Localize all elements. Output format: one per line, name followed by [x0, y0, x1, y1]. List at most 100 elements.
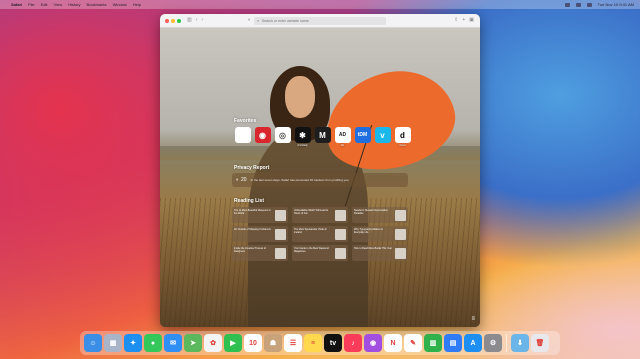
- tracker-count: 20: [241, 177, 247, 183]
- start-page: Favorites ◉ ◎ ✱ Archdaily M AD AD tDM v d Dvod Pri…: [160, 28, 480, 327]
- control-center-icon[interactable]: [586, 2, 592, 7]
- favorite-item[interactable]: v: [374, 127, 391, 148]
- menu-edit[interactable]: Edit: [41, 2, 48, 7]
- reading-list-item[interactable]: Art Outside of Shipping Containers: [232, 226, 288, 242]
- menu-file[interactable]: File: [28, 2, 34, 7]
- finder-icon[interactable]: ☺: [84, 334, 102, 352]
- favorites-title: Favorites: [234, 118, 257, 124]
- address-input[interactable]: [262, 19, 386, 23]
- privacy-shield-icon[interactable]: ◐: [248, 18, 251, 23]
- reading-list-item-title: Sweden's Newest Interpretation Paradise: [354, 209, 388, 215]
- address-bar[interactable]: ⌕: [254, 17, 386, 25]
- reading-list-thumbnail: [335, 247, 346, 259]
- contacts-icon[interactable]: ☗: [264, 334, 282, 352]
- tv-icon[interactable]: tv: [324, 334, 342, 352]
- favorite-item[interactable]: AD AD: [334, 127, 351, 148]
- close-window-button[interactable]: [165, 18, 169, 23]
- new-tab-icon[interactable]: +: [462, 17, 465, 23]
- reading-list-thumbnail: [275, 228, 286, 240]
- reading-list-item-title: Your Guide to the Best Weekend Magazines: [294, 247, 329, 253]
- messages-icon[interactable]: ●: [144, 334, 162, 352]
- search-icon[interactable]: [575, 2, 581, 7]
- news-icon[interactable]: N: [384, 334, 402, 352]
- reading-list-item-title: Why Typography Matters in Everyday Life: [354, 228, 384, 234]
- maps-icon[interactable]: ➤: [184, 334, 202, 352]
- menu-extras: Tue Nov 10 9:41 AM: [564, 2, 634, 7]
- reading-list-item[interactable]: Why Typography Matters in Everyday Life: [352, 226, 408, 242]
- favorite-item[interactable]: tDM: [354, 127, 371, 148]
- dock-separator: [506, 334, 507, 352]
- favorites-grid: ◉ ◎ ✱ Archdaily M AD AD tDM v d Dvod: [234, 127, 411, 148]
- safari-window: ▥ ‹ › ◐ ⌕ ⇧ + ▣ Favorites ◉◎✱ArchdailyMA…: [160, 14, 480, 327]
- keynote-icon[interactable]: ▤: [444, 334, 462, 352]
- reading-list-item[interactable]: The 11 Most Beautiful Museums in the Wor…: [232, 207, 288, 223]
- menu-bookmarks[interactable]: Bookmarks: [87, 2, 107, 7]
- reading-list-item[interactable]: Inside the Creative Process of Designers: [232, 245, 288, 261]
- menu-clock[interactable]: Tue Nov 10 9:41 AM: [598, 2, 634, 7]
- favorite-item[interactable]: ◎: [274, 127, 291, 148]
- reading-list-item[interactable]: How to Read More Books This Year: [352, 245, 408, 261]
- menu-bar: Safari File Edit View History Bookmarks …: [0, 0, 640, 9]
- menu-help[interactable]: Help: [133, 2, 141, 7]
- menu-history[interactable]: History: [68, 2, 80, 7]
- reading-list-item[interactable]: Sweden's Newest Interpretation Paradise: [352, 207, 408, 223]
- zoom-window-button[interactable]: [177, 18, 181, 23]
- reading-list-thumbnail: [275, 209, 286, 221]
- forward-icon[interactable]: ›: [201, 18, 203, 23]
- launchpad-icon[interactable]: ▦: [104, 334, 122, 352]
- reading-list-item[interactable]: Your Guide to the Best Weekend Magazines: [292, 245, 348, 261]
- reading-list-item[interactable]: Unbreakable Watch Will Lead to Hours of …: [292, 207, 348, 223]
- system-preferences-icon[interactable]: ⚙: [484, 334, 502, 352]
- minimize-window-button[interactable]: [171, 18, 175, 23]
- photos-icon[interactable]: ✿: [204, 334, 222, 352]
- search-icon: ⌕: [257, 18, 260, 23]
- start-page-settings-icon[interactable]: ≡: [471, 316, 475, 322]
- calendar-icon[interactable]: 10: [244, 334, 262, 352]
- favorite-item[interactable]: ◉: [254, 127, 271, 148]
- menu-app-name[interactable]: Safari: [11, 2, 22, 7]
- tab-overview-icon[interactable]: ▣: [469, 17, 474, 23]
- back-icon[interactable]: ‹: [196, 18, 198, 23]
- reminders-icon[interactable]: ☰: [284, 334, 302, 352]
- favorite-icon: M: [314, 127, 331, 143]
- notes-icon[interactable]: ≡: [304, 334, 322, 352]
- app-store-icon[interactable]: A: [464, 334, 482, 352]
- favorite-item[interactable]: ✱ Archdaily: [294, 127, 311, 148]
- favorite-icon: ✱: [294, 127, 311, 143]
- reading-list-item-title: The 11 Most Beautiful Museums in the Wor…: [234, 209, 271, 215]
- reading-list-item-title: How to Read More Books This Year: [354, 247, 392, 250]
- wifi-icon[interactable]: [564, 2, 570, 7]
- podcasts-icon[interactable]: ◉: [364, 334, 382, 352]
- reading-list-thumbnail: [275, 247, 286, 259]
- reading-list-item-title: Art Outside of Shipping Containers: [234, 228, 271, 231]
- favorite-item[interactable]: [234, 127, 251, 148]
- background-person-face: [285, 76, 315, 118]
- favorite-label: Archdaily: [297, 144, 308, 147]
- share-icon[interactable]: ⇧: [454, 17, 458, 23]
- reading-list-thumbnail: [395, 209, 406, 221]
- toolbar-right-buttons: ⇧ + ▣: [454, 17, 474, 23]
- safari-toolbar: ▥ ‹ › ◐ ⌕ ⇧ + ▣: [160, 14, 480, 28]
- safari-icon[interactable]: ✦: [124, 334, 142, 352]
- shield-icon: ◐: [236, 177, 240, 183]
- numbers-icon[interactable]: ▥: [424, 334, 442, 352]
- favorite-item[interactable]: M: [314, 127, 331, 148]
- mail-icon[interactable]: ✉: [164, 334, 182, 352]
- reading-list-thumbnail: [335, 209, 346, 221]
- trash-icon[interactable]: 🗑: [531, 334, 549, 352]
- menu-window[interactable]: Window: [113, 2, 127, 7]
- reading-list-item-title: Unbreakable Watch Will Lead to Hours of …: [294, 209, 329, 215]
- sidebar-toggle-icon[interactable]: ▥: [187, 18, 192, 23]
- privacy-report-text: In the last seven days, Safari has preve…: [250, 178, 350, 182]
- menu-view[interactable]: View: [53, 2, 62, 7]
- music-icon[interactable]: ♪: [344, 334, 362, 352]
- pages-icon[interactable]: ✎: [404, 334, 422, 352]
- facetime-icon[interactable]: ▶: [224, 334, 242, 352]
- reading-list-grid: The 11 Most Beautiful Museums in the Wor…: [232, 207, 408, 261]
- favorite-icon: v: [374, 127, 391, 143]
- favorite-item[interactable]: d Dvod: [394, 127, 411, 148]
- favorite-icon: [234, 127, 251, 143]
- reading-list-item[interactable]: The Most Spectacular Vistas in Iceland: [292, 226, 348, 242]
- downloads-folder-icon[interactable]: ⬇: [511, 334, 529, 352]
- privacy-report-card[interactable]: ◐ 20 In the last seven days, Safari has …: [232, 173, 408, 187]
